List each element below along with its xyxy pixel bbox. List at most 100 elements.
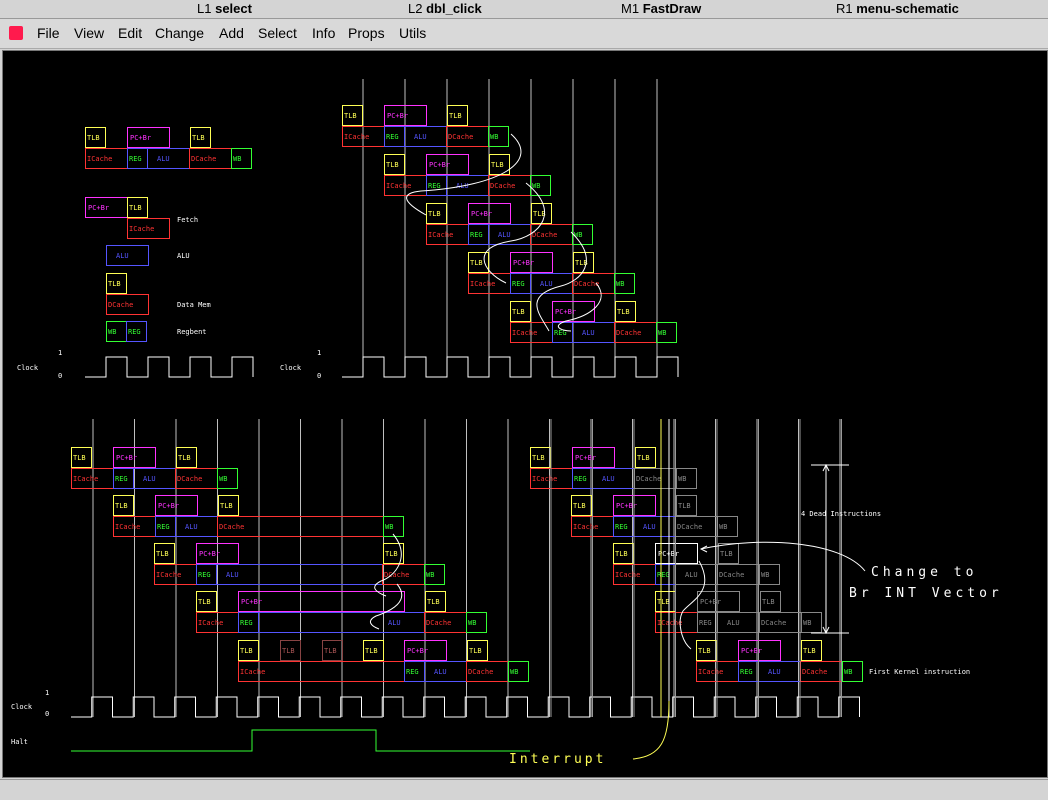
wb-label: WB — [385, 523, 393, 531]
tlb-label: TLB — [220, 502, 233, 510]
alu-label: ALU — [434, 668, 447, 676]
tlb-label: TLB — [324, 647, 337, 655]
alu-label: ALU — [540, 280, 553, 288]
tlb-label: TLB — [115, 502, 128, 510]
clock-zero-label: 0 — [58, 372, 62, 380]
icache-label: ICache — [698, 668, 723, 676]
clock-label: Clock — [280, 364, 302, 372]
alu-label: ALU — [388, 619, 401, 627]
tlb-label: TLB — [678, 502, 691, 510]
reg-label: REG — [157, 523, 170, 531]
pc-br-label: PC+Br — [407, 647, 428, 655]
legend-datamem-label: Data Mem — [177, 301, 211, 309]
wb-label: WB — [108, 328, 116, 336]
legend-fetch-label: Fetch — [177, 216, 198, 224]
tlb-label: TLB — [532, 454, 545, 462]
pc-br-label: PC+Br — [241, 598, 262, 606]
dcache-label: DCache — [574, 280, 599, 288]
menu-file[interactable]: File — [37, 25, 60, 41]
clock-one-label: 1 — [317, 349, 321, 357]
tlb-label: TLB — [240, 647, 253, 655]
menu-props[interactable]: Props — [348, 25, 385, 41]
clock-label: Clock — [17, 364, 39, 372]
tlb-label: TLB — [156, 550, 169, 558]
halt-label: Halt — [11, 738, 28, 746]
tlb-label: TLB — [73, 454, 86, 462]
dcache-label: DCache — [108, 301, 133, 309]
wb-label: WB — [468, 619, 476, 627]
wb-label: WB — [678, 475, 686, 483]
tlb-label: TLB — [449, 112, 462, 120]
pc-br-label: PC+Br — [199, 550, 220, 558]
menu-bar: File View Edit Change Add Select Info Pr… — [0, 19, 1048, 49]
reg-label: REG — [128, 328, 141, 336]
tlb-label: TLB — [762, 598, 775, 606]
icache-label: ICache — [428, 231, 453, 239]
menu-edit[interactable]: Edit — [118, 25, 142, 41]
reg-label: REG — [615, 523, 628, 531]
reg-label: REG — [386, 133, 399, 141]
interrupt-label: Interrupt — [509, 752, 606, 767]
menu-change[interactable]: Change — [155, 25, 204, 41]
schematic-canvas[interactable]: TLB PC+Br TLB ICache REG ALU DCache WB PC+Br TLB I… — [2, 50, 1048, 778]
tlb-label: TLB — [385, 550, 398, 558]
reg-label: REG — [240, 619, 253, 627]
status-m1: M1 FastDraw — [621, 1, 702, 16]
icache-label: ICache — [344, 133, 369, 141]
reg-label: REG — [428, 182, 441, 190]
tlb-label: TLB — [512, 308, 525, 316]
alu-label: ALU — [685, 571, 698, 579]
tlb-label: TLB — [428, 210, 441, 218]
pc-br-label: PC+Br — [387, 112, 408, 120]
wb-label: WB — [719, 523, 727, 531]
tlb-label: TLB — [427, 598, 440, 606]
wb-label: WB — [761, 571, 769, 579]
alu-label: ALU — [185, 523, 198, 531]
alu-label: ALU — [643, 523, 656, 531]
menu-view[interactable]: View — [74, 25, 104, 41]
reg-label: REG — [512, 280, 525, 288]
wb-label: WB — [616, 280, 624, 288]
dcache-label: DCache — [532, 231, 557, 239]
clock-one-label: 1 — [45, 689, 49, 697]
dcache-label: DCache — [468, 668, 493, 676]
wb-label: WB — [574, 231, 582, 239]
dcache-label: DCache — [802, 668, 827, 676]
alu-label: ALU — [143, 475, 156, 483]
icache-label: ICache — [129, 225, 154, 233]
tlb-label: TLB — [617, 308, 630, 316]
legend-alu-label: ALU — [177, 252, 190, 260]
pc-br-label: PC+Br — [471, 210, 492, 218]
tlb-label: TLB — [192, 134, 205, 142]
icache-label: ICache — [156, 571, 181, 579]
dcache-label: DCache — [490, 182, 515, 190]
tlb-label: TLB — [198, 598, 211, 606]
icache-label: ICache — [73, 475, 98, 483]
status-bar: L1 select L2 dbl_click M1 FastDraw R1 me… — [0, 0, 1048, 19]
menu-info[interactable]: Info — [312, 25, 335, 41]
icache-label: ICache — [87, 155, 112, 163]
wb-label: WB — [426, 571, 434, 579]
dcache-label: DCache — [177, 475, 202, 483]
clock-waveform — [71, 696, 860, 718]
menu-select[interactable]: Select — [258, 25, 297, 41]
menu-add[interactable]: Add — [219, 25, 244, 41]
alu-label: ALU — [498, 231, 511, 239]
tlb-label: TLB — [386, 161, 399, 169]
clock-waveform — [342, 356, 679, 378]
first-kernel-label: First Kernel instruction — [869, 668, 970, 676]
schematic-drawing: TLB PC+Br TLB ICache REG ALU DCache WB PC+Br TLB I… — [11, 79, 999, 767]
reg-label: REG — [740, 668, 753, 676]
menu-utils[interactable]: Utils — [399, 25, 426, 41]
tlb-label: TLB — [470, 259, 483, 267]
close-window-button[interactable] — [9, 26, 23, 40]
alu-box — [216, 564, 383, 585]
icache-label: ICache — [532, 475, 557, 483]
icache-label: ICache — [470, 280, 495, 288]
dcache-label: DCache — [448, 133, 473, 141]
tlb-label: TLB — [637, 454, 650, 462]
dcache-label: DCache — [761, 619, 786, 627]
alu-label: ALU — [116, 252, 129, 260]
alu-label: ALU — [727, 619, 740, 627]
reg-label: REG — [470, 231, 483, 239]
